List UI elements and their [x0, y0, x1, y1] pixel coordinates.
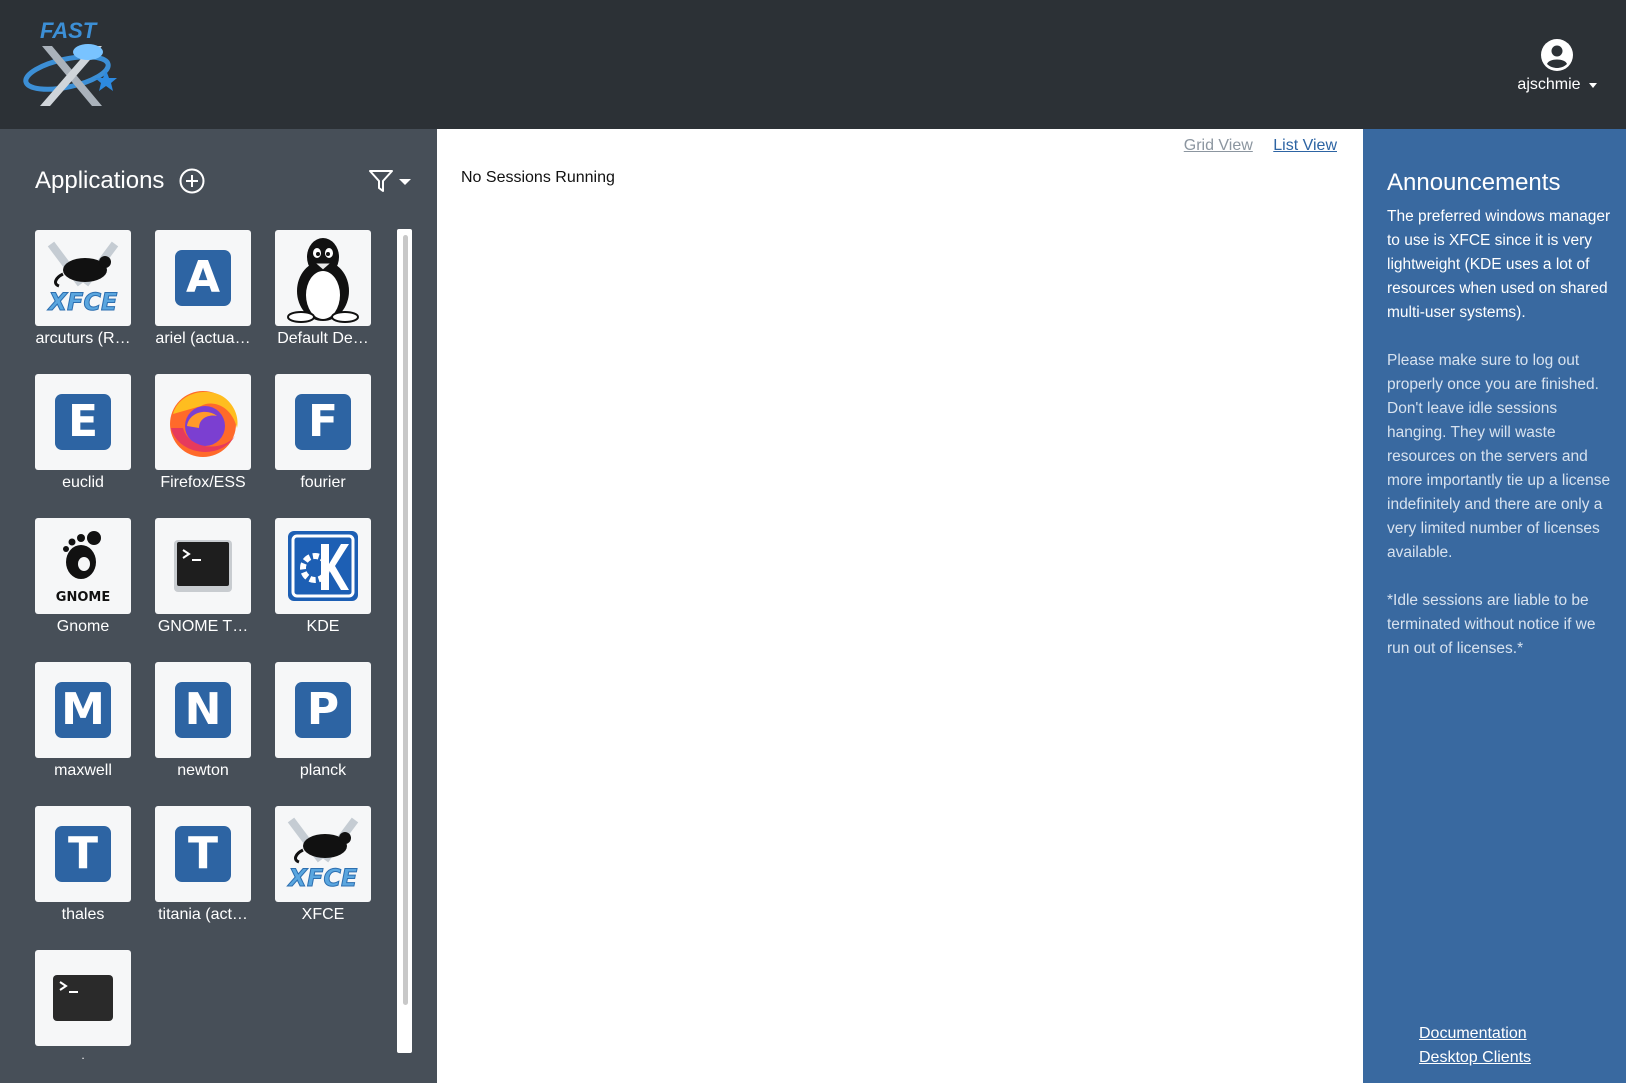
app-tile[interactable]: T: [35, 806, 131, 902]
app-xfce[interactable]: XFCE XFCE: [275, 806, 371, 924]
app-newton[interactable]: N newton: [155, 662, 251, 780]
app-label: planck: [299, 762, 347, 779]
xfce-icon: XFCE: [286, 817, 359, 892]
app-label: KDE: [306, 618, 340, 635]
app-label: .: [81, 1050, 85, 1060]
xfce-icon: XFCE: [46, 241, 119, 316]
app-ariel[interactable]: A ariel (actua…: [155, 230, 251, 348]
app-planck[interactable]: P planck: [275, 662, 371, 780]
app-gnome[interactable]: GNOME Gnome: [35, 518, 131, 636]
app-firefox-ess[interactable]: Firefox/ESS: [155, 374, 251, 492]
letter-n-icon: N: [175, 682, 231, 738]
app-label: arcuturs (R…: [35, 330, 131, 347]
letter-e-icon: E: [55, 394, 111, 450]
applications-title: Applications: [35, 167, 165, 194]
account-circle-icon: [1541, 39, 1573, 71]
linux-penguin-icon: [287, 238, 359, 323]
app-tile[interactable]: [155, 374, 251, 470]
app-fourier[interactable]: F fourier: [275, 374, 371, 492]
app-label: GNOME T…: [157, 618, 249, 635]
view-switcher: Grid View List View: [1168, 137, 1337, 155]
app-tile[interactable]: M: [35, 662, 131, 758]
letter-p-icon: P: [295, 682, 351, 738]
no-sessions-message: No Sessions Running: [461, 169, 615, 186]
announcement-paragraph: *Idle sessions are liable to be terminat…: [1387, 592, 1596, 657]
app-label: euclid: [62, 474, 104, 491]
app-tile[interactable]: [35, 950, 131, 1046]
applications-sidebar: Applications XFCE arcuturs (R… A ariel (…: [0, 129, 437, 1083]
plus-circle-icon[interactable]: [178, 167, 206, 195]
top-header: FAST ajschmie: [0, 0, 1626, 129]
announcements-body: The preferred windows manager to use is …: [1387, 205, 1619, 685]
grid-view-link[interactable]: Grid View: [1184, 137, 1253, 154]
app-terminal[interactable]: .: [35, 950, 131, 1060]
letter-m-icon: M: [55, 682, 111, 738]
terminal-icon: [174, 540, 232, 592]
app-label: titania (act…: [158, 906, 248, 923]
desktop-clients-link[interactable]: Desktop Clients: [1419, 1046, 1531, 1070]
svg-text:FAST: FAST: [40, 18, 98, 43]
filter-chevron-down-icon[interactable]: [399, 179, 411, 185]
sessions-panel: Grid View List View No Sessions Running: [437, 129, 1363, 1083]
app-tile[interactable]: [275, 230, 371, 326]
app-thales[interactable]: T thales: [35, 806, 131, 924]
announcements-title: Announcements: [1387, 169, 1561, 196]
letter-t-icon: T: [55, 826, 111, 882]
app-titania[interactable]: T titania (act…: [155, 806, 251, 924]
announcement-paragraph: The preferred windows manager to use is …: [1387, 208, 1611, 321]
app-kde[interactable]: KDE: [275, 518, 371, 636]
app-tile[interactable]: [155, 518, 251, 614]
app-label: Gnome: [56, 618, 110, 635]
announcement-links: Documentation Desktop Clients: [1419, 1022, 1531, 1070]
list-view-link[interactable]: List View: [1273, 137, 1337, 154]
app-maxwell[interactable]: M maxwell: [35, 662, 131, 780]
app-tile[interactable]: XFCE: [35, 230, 131, 326]
app-label: ariel (actua…: [155, 330, 251, 347]
filter-icon[interactable]: [368, 169, 394, 193]
app-tile[interactable]: N: [155, 662, 251, 758]
letter-t-icon: T: [175, 826, 231, 882]
username: ajschmie: [1517, 76, 1581, 93]
app-gnome-terminal[interactable]: GNOME T…: [155, 518, 251, 636]
app-default-desktop[interactable]: Default De…: [275, 230, 371, 348]
announcements-panel: Announcements The preferred windows mana…: [1363, 129, 1626, 1083]
app-euclid[interactable]: E euclid: [35, 374, 131, 492]
firefox-icon: [170, 391, 238, 457]
app-tile[interactable]: F: [275, 374, 371, 470]
scrollbar-thumb[interactable]: [403, 235, 408, 1005]
svg-text:XFCE: XFCE: [47, 288, 119, 316]
app-tile[interactable]: [275, 518, 371, 614]
documentation-link[interactable]: Documentation: [1419, 1022, 1531, 1046]
chevron-down-icon: [1588, 82, 1597, 88]
kde-icon: [288, 531, 358, 601]
letter-f-icon: F: [295, 394, 351, 450]
announcement-paragraph: Please make sure to log out properly onc…: [1387, 352, 1611, 561]
letter-a-icon: A: [175, 250, 231, 306]
terminal-dark-icon: [53, 975, 113, 1021]
fastx-logo[interactable]: FAST: [22, 18, 122, 110]
app-tile[interactable]: A: [155, 230, 251, 326]
app-tile[interactable]: P: [275, 662, 371, 758]
user-menu[interactable]: ajschmie: [1502, 38, 1612, 94]
app-tile[interactable]: T: [155, 806, 251, 902]
svg-text:GNOME: GNOME: [56, 590, 110, 605]
app-label: thales: [61, 906, 105, 923]
app-tile[interactable]: XFCE: [275, 806, 371, 902]
app-tile[interactable]: GNOME: [35, 518, 131, 614]
app-label: newton: [177, 762, 229, 779]
app-label: Default De…: [277, 330, 369, 347]
app-label: fourier: [300, 474, 346, 491]
svg-text:XFCE: XFCE: [287, 864, 359, 892]
app-tile[interactable]: E: [35, 374, 131, 470]
app-label: maxwell: [54, 762, 112, 779]
app-label: Firefox/ESS: [160, 474, 246, 491]
app-label: XFCE: [301, 906, 345, 923]
app-arcuturs[interactable]: XFCE arcuturs (R…: [35, 230, 131, 348]
gnome-icon: GNOME: [56, 531, 110, 605]
